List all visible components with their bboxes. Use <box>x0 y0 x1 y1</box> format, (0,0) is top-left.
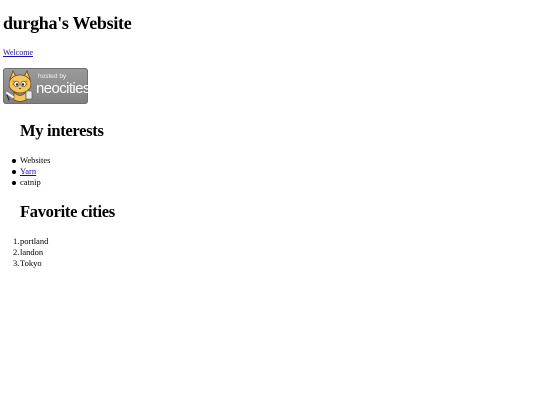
interest-catnip: catnip <box>20 177 41 187</box>
bullet-icon <box>12 159 16 163</box>
welcome-link[interactable]: Welcome <box>3 48 33 58</box>
neocities-cat-icon <box>6 70 33 102</box>
badge-brand-text: neocities <box>36 80 88 97</box>
list-number: 2. <box>13 247 20 257</box>
cities-list: 1. portland 2. landon 3. Tokyo <box>0 236 48 269</box>
city-portland: portland <box>20 236 49 246</box>
list-number: 1. <box>13 236 20 246</box>
page: durgha's Website Welcome hosted by neoci… <box>0 0 540 405</box>
list-item: Websites <box>0 155 50 166</box>
interests-list: Websites Yarn catnip <box>0 155 50 188</box>
city-landon: landon <box>20 247 44 257</box>
site-title: durgha's Website <box>3 13 132 33</box>
list-item: 2. landon <box>0 247 48 258</box>
interest-websites: Websites <box>20 155 51 165</box>
list-item: 1. portland <box>0 236 48 247</box>
interests-heading: My interests <box>20 121 104 140</box>
bullet-icon <box>12 181 16 185</box>
badge-hosted-by-text: hosted by <box>38 73 67 80</box>
bullet-icon <box>12 170 16 174</box>
interest-yarn-link[interactable]: Yarn <box>20 166 36 176</box>
list-item: Yarn <box>0 166 50 177</box>
hosted-by-neocities-badge[interactable]: hosted by neocities <box>3 68 88 104</box>
list-item: catnip <box>0 177 50 188</box>
list-item: 3. Tokyo <box>0 258 48 269</box>
list-number: 3. <box>13 258 20 268</box>
city-tokyo: Tokyo <box>20 258 42 268</box>
cities-heading: Favorite cities <box>20 202 115 221</box>
